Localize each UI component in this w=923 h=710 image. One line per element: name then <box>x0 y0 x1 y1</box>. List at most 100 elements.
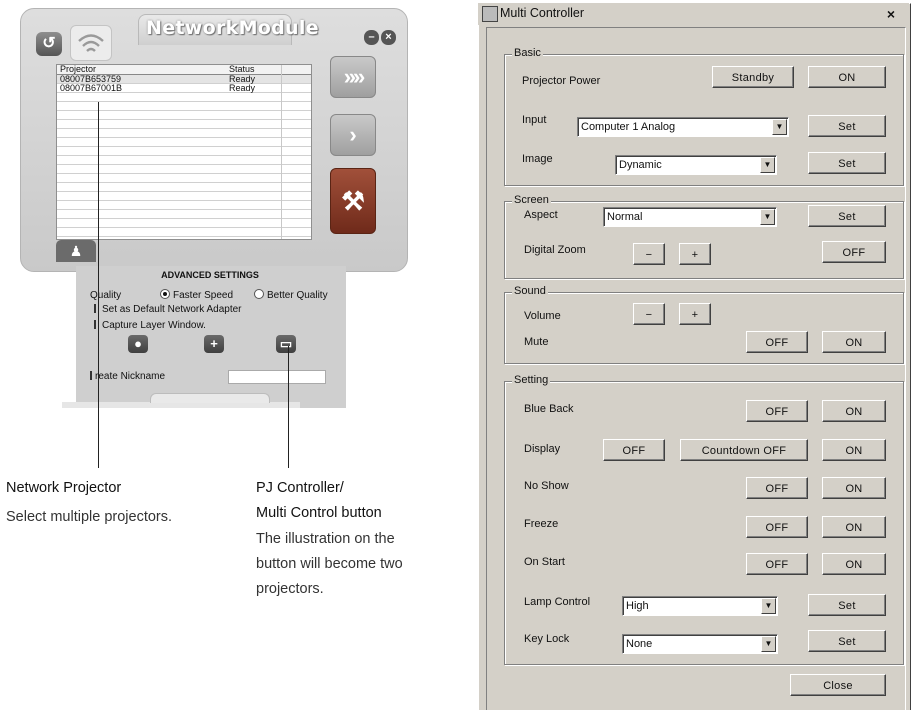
advanced-settings-title: ADVANCED SETTINGS <box>161 270 259 280</box>
chevron-down-icon[interactable]: ▼ <box>772 119 787 135</box>
advanced-tab-handle[interactable] <box>150 393 270 403</box>
mute-label: Mute <box>524 336 549 348</box>
input-select-value: Computer 1 Analog <box>581 121 676 133</box>
callout-network-projector-title: Network Projector <box>6 480 122 496</box>
create-nickname-text: reate Nickname <box>95 371 166 382</box>
window-buttons: – × <box>364 30 398 45</box>
nickname-input[interactable] <box>228 370 326 384</box>
key-lock-set-button[interactable]: Set <box>808 630 886 652</box>
column-divider <box>281 65 282 239</box>
chevron-down-icon[interactable]: ▼ <box>760 157 775 173</box>
volume-plus-button[interactable]: + <box>679 303 711 325</box>
list-item[interactable] <box>57 210 311 219</box>
projector-list[interactable]: Projector Status 08007B653759 Ready 0800… <box>56 64 312 240</box>
list-item[interactable] <box>57 147 311 156</box>
key-lock-label: Key Lock <box>524 633 570 645</box>
zoom-minus-button[interactable]: − <box>633 243 665 265</box>
default-adapter-checkbox[interactable]: Set as Default Network Adapter <box>94 304 242 315</box>
list-item[interactable] <box>57 102 311 111</box>
sound-group-title: Sound <box>512 285 548 297</box>
better-quality-label: Better Quality <box>267 290 328 301</box>
list-item[interactable] <box>57 174 311 183</box>
next-icon[interactable]: › <box>330 114 376 156</box>
list-item[interactable] <box>57 120 311 129</box>
leader-line-network-projector <box>98 102 99 468</box>
faster-speed-option[interactable]: Faster Speed <box>160 289 233 301</box>
list-item[interactable] <box>57 165 311 174</box>
plus-icon[interactable]: + <box>204 335 224 353</box>
image-select-value: Dynamic <box>619 159 662 171</box>
lamp-set-button[interactable]: Set <box>808 594 886 616</box>
leader-line-pj-controller <box>288 346 289 468</box>
minimize-icon[interactable]: – <box>364 30 379 45</box>
capture-layer-checkbox[interactable]: Capture Layer Window. <box>94 320 206 331</box>
image-select[interactable]: Dynamic ▼ <box>615 155 777 175</box>
blue-back-on-button[interactable]: ON <box>822 400 886 422</box>
input-label: Input <box>522 114 547 126</box>
freeze-on-button[interactable]: ON <box>822 516 886 538</box>
list-item[interactable] <box>57 228 311 237</box>
power-on-button[interactable]: ON <box>808 66 886 88</box>
freeze-off-button[interactable]: OFF <box>746 516 808 538</box>
default-adapter-label: Set as Default Network Adapter <box>102 304 242 315</box>
tools-icon[interactable]: ⚒ <box>330 168 376 234</box>
chevron-down-icon[interactable]: ▼ <box>760 209 775 225</box>
zoom-off-button[interactable]: OFF <box>822 241 886 263</box>
lamp-control-select[interactable]: High ▼ <box>622 596 778 616</box>
volume-minus-button[interactable]: − <box>633 303 665 325</box>
zoom-plus-button[interactable]: + <box>679 243 711 265</box>
aspect-select[interactable]: Normal ▼ <box>603 207 777 227</box>
on-start-on-button[interactable]: ON <box>822 553 886 575</box>
display-off-button[interactable]: OFF <box>603 439 665 461</box>
better-quality-option[interactable]: Better Quality <box>254 289 328 301</box>
input-set-button[interactable]: Set <box>808 115 886 137</box>
quality-label: Quality <box>90 290 122 301</box>
input-select[interactable]: Computer 1 Analog ▼ <box>577 117 789 137</box>
basic-group-title: Basic <box>512 47 543 59</box>
lamp-control-label: Lamp Control <box>524 596 591 608</box>
callout-network-projector-desc: Select multiple projectors. <box>6 509 173 525</box>
mute-on-button[interactable]: ON <box>822 331 886 353</box>
projector-status: Ready <box>229 83 256 93</box>
no-show-off-button[interactable]: OFF <box>746 477 808 499</box>
header-status: Status <box>229 64 255 74</box>
list-item[interactable] <box>57 201 311 210</box>
chevron-down-icon[interactable]: ▼ <box>761 636 776 652</box>
chevron-down-icon[interactable]: ▼ <box>761 598 776 614</box>
list-item[interactable] <box>57 156 311 165</box>
list-item[interactable] <box>57 111 311 120</box>
key-lock-select[interactable]: None ▼ <box>622 634 778 654</box>
fast-forward-icon[interactable]: »» <box>330 56 376 98</box>
projector-id: 08007B67001B <box>60 83 123 93</box>
list-item[interactable] <box>57 192 311 201</box>
close-button[interactable]: Close <box>790 674 886 696</box>
projector-app-icon <box>482 6 498 22</box>
callout-pj-controller-desc-2: button will become two <box>256 556 403 572</box>
list-item[interactable] <box>57 219 311 228</box>
multi-control-icon[interactable]: ▭ <box>276 335 296 353</box>
no-show-on-button[interactable]: ON <box>822 477 886 499</box>
refresh-icon[interactable]: ↺ <box>36 32 62 56</box>
list-item[interactable] <box>57 93 311 102</box>
on-start-off-button[interactable]: OFF <box>746 553 808 575</box>
list-item[interactable]: 08007B67001B Ready <box>57 84 311 93</box>
close-icon[interactable]: × <box>381 30 396 45</box>
on-start-label: On Start <box>524 556 565 568</box>
countdown-off-button[interactable]: Countdown OFF <box>680 439 808 461</box>
list-item[interactable] <box>57 129 311 138</box>
mute-off-button[interactable]: OFF <box>746 331 808 353</box>
person-icon[interactable]: ♟ <box>56 240 96 262</box>
display-on-button[interactable]: ON <box>822 439 886 461</box>
standby-button[interactable]: Standby <box>712 66 794 88</box>
faster-speed-label: Faster Speed <box>173 290 234 301</box>
wifi-icon[interactable] <box>70 25 112 61</box>
image-set-button[interactable]: Set <box>808 152 886 174</box>
list-item[interactable] <box>57 183 311 192</box>
record-icon[interactable]: ● <box>128 335 148 353</box>
network-module-title: NetworkModule <box>146 17 319 39</box>
aspect-set-button[interactable]: Set <box>808 205 886 227</box>
list-item[interactable] <box>57 138 311 147</box>
multi-controller-title: Multi Controller <box>500 6 585 20</box>
close-icon[interactable]: × <box>883 7 899 21</box>
blue-back-off-button[interactable]: OFF <box>746 400 808 422</box>
